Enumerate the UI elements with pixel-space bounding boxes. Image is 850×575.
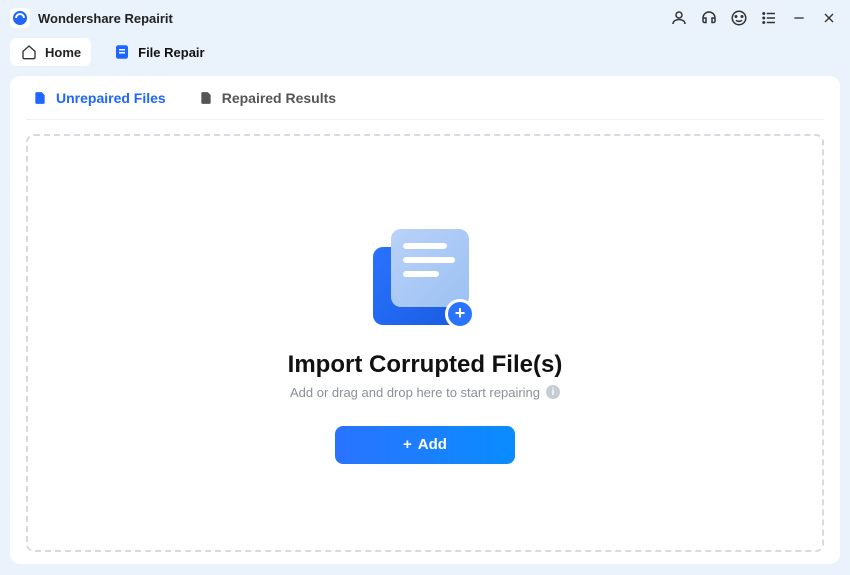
- feedback-icon[interactable]: [728, 7, 750, 29]
- app-title: Wondershare Repairit: [38, 11, 173, 26]
- subtab-unrepaired-label: Unrepaired Files: [56, 90, 166, 106]
- tab-file-repair[interactable]: File Repair: [103, 38, 214, 66]
- home-icon: [20, 43, 38, 61]
- menu-icon[interactable]: [758, 7, 780, 29]
- account-icon[interactable]: [668, 7, 690, 29]
- support-icon[interactable]: [698, 7, 720, 29]
- info-icon[interactable]: i: [546, 385, 560, 399]
- subtabs: Unrepaired Files Repaired Results: [26, 76, 824, 120]
- document-icon: [32, 90, 48, 106]
- tab-home-label: Home: [45, 45, 81, 60]
- add-button[interactable]: + Add: [335, 426, 515, 464]
- add-button-label: Add: [418, 436, 447, 453]
- subtab-repaired-label: Repaired Results: [222, 90, 336, 106]
- subtab-repaired[interactable]: Repaired Results: [196, 84, 338, 112]
- minimize-icon[interactable]: [788, 7, 810, 29]
- subtab-unrepaired[interactable]: Unrepaired Files: [30, 84, 168, 112]
- tab-home[interactable]: Home: [10, 38, 91, 66]
- close-icon[interactable]: [818, 7, 840, 29]
- content-card: Unrepaired Files Repaired Results + Impo…: [10, 76, 840, 564]
- dropzone-subtext-label: Add or drag and drop here to start repai…: [290, 385, 540, 400]
- main-tabs: Home File Repair: [0, 36, 850, 68]
- tab-file-repair-label: File Repair: [138, 45, 204, 60]
- dropzone[interactable]: + Import Corrupted File(s) Add or drag a…: [26, 134, 824, 552]
- plus-icon: +: [445, 299, 475, 329]
- dropzone-heading: Import Corrupted File(s): [288, 351, 563, 379]
- titlebar: Wondershare Repairit: [0, 0, 850, 36]
- import-illustration-icon: +: [365, 223, 485, 333]
- dropzone-subtext: Add or drag and drop here to start repai…: [290, 385, 560, 400]
- plus-icon: +: [403, 436, 412, 453]
- file-repair-icon: [113, 43, 131, 61]
- app-logo-icon: [10, 8, 30, 28]
- document-icon: [198, 90, 214, 106]
